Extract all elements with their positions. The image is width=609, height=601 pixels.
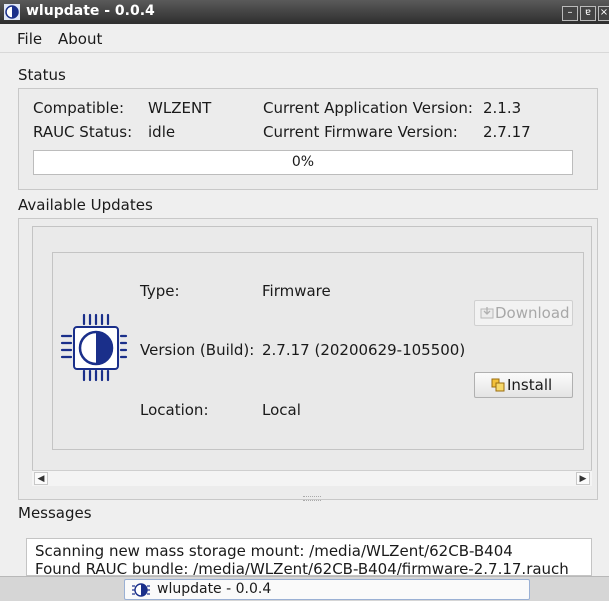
message-line: Found RAUC bundle: /media/WLZent/62CB-B4… [35, 560, 569, 576]
scroll-right-icon[interactable]: ▶ [576, 472, 590, 485]
progress-text: 0% [291, 154, 315, 170]
type-label: Type: [140, 282, 180, 300]
menu-about[interactable]: About [58, 30, 102, 48]
app-icon [4, 4, 20, 20]
menu-file[interactable]: File [17, 30, 42, 48]
status-heading: Status [18, 66, 66, 84]
download-label: Download [495, 304, 570, 322]
version-label: Version (Build): [140, 341, 255, 359]
location-value: Local [262, 401, 301, 419]
rauc-status-value: idle [148, 123, 176, 141]
rauc-status-label: RAUC Status: [33, 123, 133, 141]
restore-button[interactable]: ɐ [580, 6, 596, 21]
download-icon [480, 307, 494, 319]
minimize-button[interactable]: – [562, 6, 578, 21]
fw-version-label: Current Firmware Version: [263, 123, 458, 141]
app-version-value: 2.1.3 [483, 99, 522, 117]
install-icon [491, 378, 505, 392]
type-value: Firmware [262, 282, 331, 300]
horizontal-scrollbar[interactable]: ◀ ▶ [32, 470, 592, 486]
taskbar-app-icon [132, 583, 150, 597]
message-line: Scanning new mass storage mount: /media/… [35, 542, 513, 560]
splitter-handle[interactable] [303, 496, 321, 501]
firmware-chip-icon [60, 313, 128, 382]
app-version-label: Current Application Version: [263, 99, 473, 117]
messages-heading: Messages [18, 504, 92, 522]
close-button[interactable]: × [598, 6, 609, 21]
window-title: wlupdate - 0.0.4 [26, 3, 155, 19]
install-label: Install [507, 376, 553, 394]
scroll-left-icon[interactable]: ◀ [34, 472, 48, 485]
fw-version-value: 2.7.17 [483, 123, 531, 141]
taskbar-item-wlupdate[interactable]: wlupdate - 0.0.4 [124, 579, 530, 600]
taskbar-item-label: wlupdate - 0.0.4 [157, 581, 272, 597]
version-value: 2.7.17 (20200629-105500) [262, 341, 466, 359]
taskbar: wlupdate - 0.0.4 [0, 576, 609, 601]
download-button[interactable]: Download [474, 300, 573, 326]
menu-bar: File About [0, 24, 609, 53]
install-button[interactable]: Install [474, 372, 573, 398]
compatible-value: WLZENT [148, 99, 212, 117]
location-label: Location: [140, 401, 209, 419]
progress-bar: 0% [33, 150, 573, 175]
compatible-label: Compatible: [33, 99, 124, 117]
updates-heading: Available Updates [18, 196, 153, 214]
window-titlebar[interactable]: wlupdate - 0.0.4 – ɐ × [0, 0, 609, 24]
messages-log[interactable]: Scanning new mass storage mount: /media/… [26, 538, 592, 576]
